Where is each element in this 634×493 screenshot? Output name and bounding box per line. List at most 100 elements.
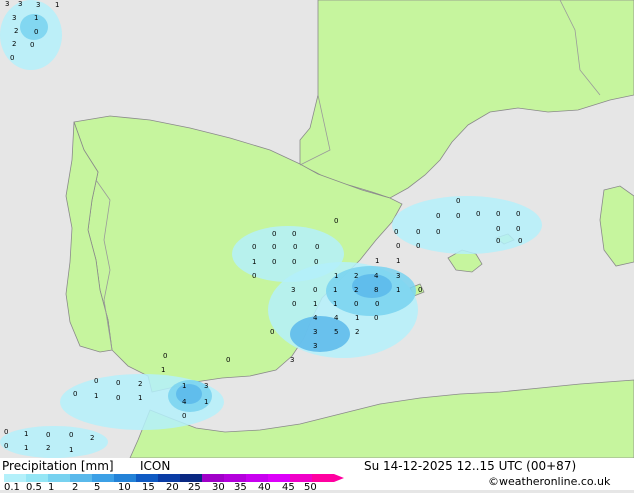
colorbar-tick-label: 45 [282,482,295,493]
precip-value-label: 2 [355,328,359,336]
precip-value-label: 8 [374,286,378,294]
colorbar-segment [48,474,70,482]
precip-value-label: 0 [354,300,358,308]
precip-value-label: 1 [24,444,28,452]
colorbar-arrow [334,474,344,482]
legend-title: Precipitation [mm] [2,459,114,473]
precip-value-label: 0 [34,28,38,36]
precip-value-label: 0 [4,428,8,436]
precip-value-label: 3 [313,328,317,336]
precip-value-label: 0 [315,243,319,251]
precip-value-label: 0 [394,228,398,236]
colorbar-segment [70,474,92,482]
colorbar-segment [114,474,136,482]
precip-value-label: 1 [252,258,256,266]
precip-value-label: 3 [18,0,22,8]
precip-value-label: 0 [496,225,500,233]
precip-value-label: 0 [73,390,77,398]
colorbar-tick-label: 1 [48,482,55,493]
precip-value-label: 4 [313,314,318,322]
precip-value-label: 1 [55,1,59,9]
colorbar-segment [26,474,48,482]
precip-value-label: 0 [69,431,73,439]
precip-value-label: 1 [333,300,337,308]
colorbar-segment [268,474,290,482]
precip-value-label: 3 [290,356,294,364]
colorbar-segment [158,474,180,482]
colorbar-segment [180,474,202,482]
precip-value-label: 0 [272,243,276,251]
precip-value-label: 0 [375,300,379,308]
precip-value-label: 3 [313,342,317,350]
colorbar-tick-label: 15 [142,482,155,493]
precip-value-label: 1 [34,14,38,22]
precip-value-label: 2 [354,286,358,294]
precip-value-label: 4 [374,272,379,280]
precip-value-label: 0 [252,272,256,280]
colorbar-tick-label: 0.1 [4,482,20,493]
precip-value-label: 0 [4,442,8,450]
precip-value-label: 1 [182,382,186,390]
precip-area [176,384,202,404]
colorbar-tick-label: 40 [258,482,271,493]
precip-value-label: 0 [182,412,186,420]
colorbar-tick-label: 0.5 [26,482,42,493]
precip-value-label: 0 [313,286,317,294]
precip-value-label: 3 [291,286,295,294]
precip-area [290,316,350,352]
precip-value-label: 1 [204,398,208,406]
precip-value-label: 0 [116,379,120,387]
colorbar-segment [224,474,246,482]
precip-value-label: 2 [354,272,358,280]
colorbar-tick-label: 5 [94,482,101,493]
colorbar-tick-label: 2 [72,482,79,493]
precip-value-label: 2 [90,434,94,442]
precip-value-label: 0 [456,197,460,205]
precip-value-label: 2 [46,444,50,452]
colorbar-segment [290,474,312,482]
precip-value-label: 0 [293,243,297,251]
precip-value-label: 0 [456,212,460,220]
precip-value-label: 2 [14,27,18,35]
colorbar-tick-label: 20 [166,482,179,493]
precip-value-label: 0 [10,54,14,62]
colorbar-tick-label: 35 [234,482,247,493]
colorbar-tick-label: 25 [188,482,201,493]
precip-value-label: 4 [334,314,339,322]
precip-value-label: 0 [314,258,318,266]
precip-value-label: 3 [5,0,9,8]
precip-value-label: 1 [396,286,400,294]
credit-link[interactable]: ©weatheronline.co.uk [488,475,610,489]
precip-value-label: 0 [518,237,522,245]
precip-value-label: 0 [226,356,230,364]
colorbar-segment [92,474,114,482]
precip-value-label: 0 [416,242,420,250]
colorbar-segment [136,474,158,482]
precip-value-label: 0 [334,217,338,225]
precip-value-label: 0 [516,210,520,218]
precip-value-label: 0 [94,377,98,385]
precip-value-label: 0 [496,210,500,218]
colorbar-segment [312,474,334,482]
precip-value-label: 0 [272,230,276,238]
precip-value-label: 1 [94,392,98,400]
precip-value-label: 0 [270,328,274,336]
precip-value-label: 2 [12,40,16,48]
precip-value-label: 1 [333,286,337,294]
precip-value-label: 3 [396,272,400,280]
precip-value-label: 0 [396,242,400,250]
precip-value-label: 0 [163,352,167,360]
precip-value-label: 2 [138,380,142,388]
precipitation-map: 3 3 3 1 3 1 2 0 2 0 0 0 0 0 0 0 0 0 1 0 0 0 0 1 2 4 3 3 0 1 2 8 1 0 0 1 1 0 0 4… [0,0,634,458]
precip-value-label: 1 [334,272,338,280]
colorbar-segment [246,474,268,482]
precip-value-label: 4 [182,398,187,406]
precip-value-label: 0 [272,258,276,266]
precip-value-label: 0 [374,314,378,322]
precip-value-label: 0 [418,286,422,294]
precip-value-label: 0 [46,431,50,439]
forecast-datetime: Su 14-12-2025 12..15 UTC (00+87) [364,459,577,473]
precip-value-label: 0 [116,394,120,402]
precip-value-label: 0 [496,237,500,245]
colorbar-tick-label: 10 [118,482,131,493]
